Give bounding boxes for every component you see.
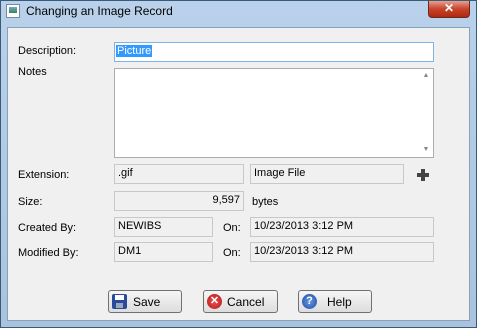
notes-textarea[interactable]: ▲ ▼	[114, 68, 434, 158]
created-by-label: Created By:	[18, 222, 77, 234]
size-label: Size:	[18, 196, 43, 208]
size-unit: bytes	[252, 196, 279, 208]
image-record-icon	[6, 4, 20, 18]
created-on-label: On:	[223, 222, 241, 234]
title-bar[interactable]: Changing an Image Record ✕	[1, 1, 476, 23]
save-button-label: Save	[133, 295, 161, 309]
floppy-disk-icon	[112, 294, 127, 309]
cancel-button-label: Cancel	[227, 295, 265, 309]
extension-field: .gif	[114, 164, 244, 184]
save-button[interactable]: Save	[108, 290, 182, 313]
window-title: Changing an Image Record	[26, 4, 173, 18]
help-button-label: Help	[327, 295, 352, 309]
created-by-field: NEWIBS	[114, 217, 213, 237]
scroll-down-arrow-icon[interactable]: ▼	[421, 145, 431, 155]
size-field: 9,597	[114, 191, 244, 211]
dialog-window: Changing an Image Record ✕ Description: …	[0, 0, 477, 328]
description-label: Description:	[18, 45, 77, 57]
extension-label: Extension:	[18, 169, 70, 181]
help-button[interactable]: ? Help	[298, 290, 372, 313]
help-question-icon: ?	[302, 294, 317, 309]
modified-on-label: On:	[223, 247, 241, 259]
notes-label: Notes	[18, 66, 47, 78]
scroll-up-arrow-icon[interactable]: ▲	[421, 71, 431, 81]
description-value: Picture	[116, 45, 153, 57]
dialog-body: Description: Picture Notes ▲ ▼ Extension…	[7, 27, 470, 321]
description-input[interactable]: Picture	[114, 42, 434, 62]
created-on-field: 10/23/2013 3:12 PM	[250, 217, 434, 237]
plus-icon[interactable]	[417, 169, 429, 181]
modified-by-field: DM1	[114, 242, 213, 262]
file-type-field: Image File	[250, 164, 404, 184]
modified-by-label: Modified By:	[18, 247, 79, 259]
cancel-x-icon: ✕	[207, 294, 222, 309]
modified-on-field: 10/23/2013 3:12 PM	[250, 242, 434, 262]
close-button[interactable]: ✕	[428, 1, 470, 18]
cancel-button[interactable]: ✕ Cancel	[203, 290, 278, 313]
